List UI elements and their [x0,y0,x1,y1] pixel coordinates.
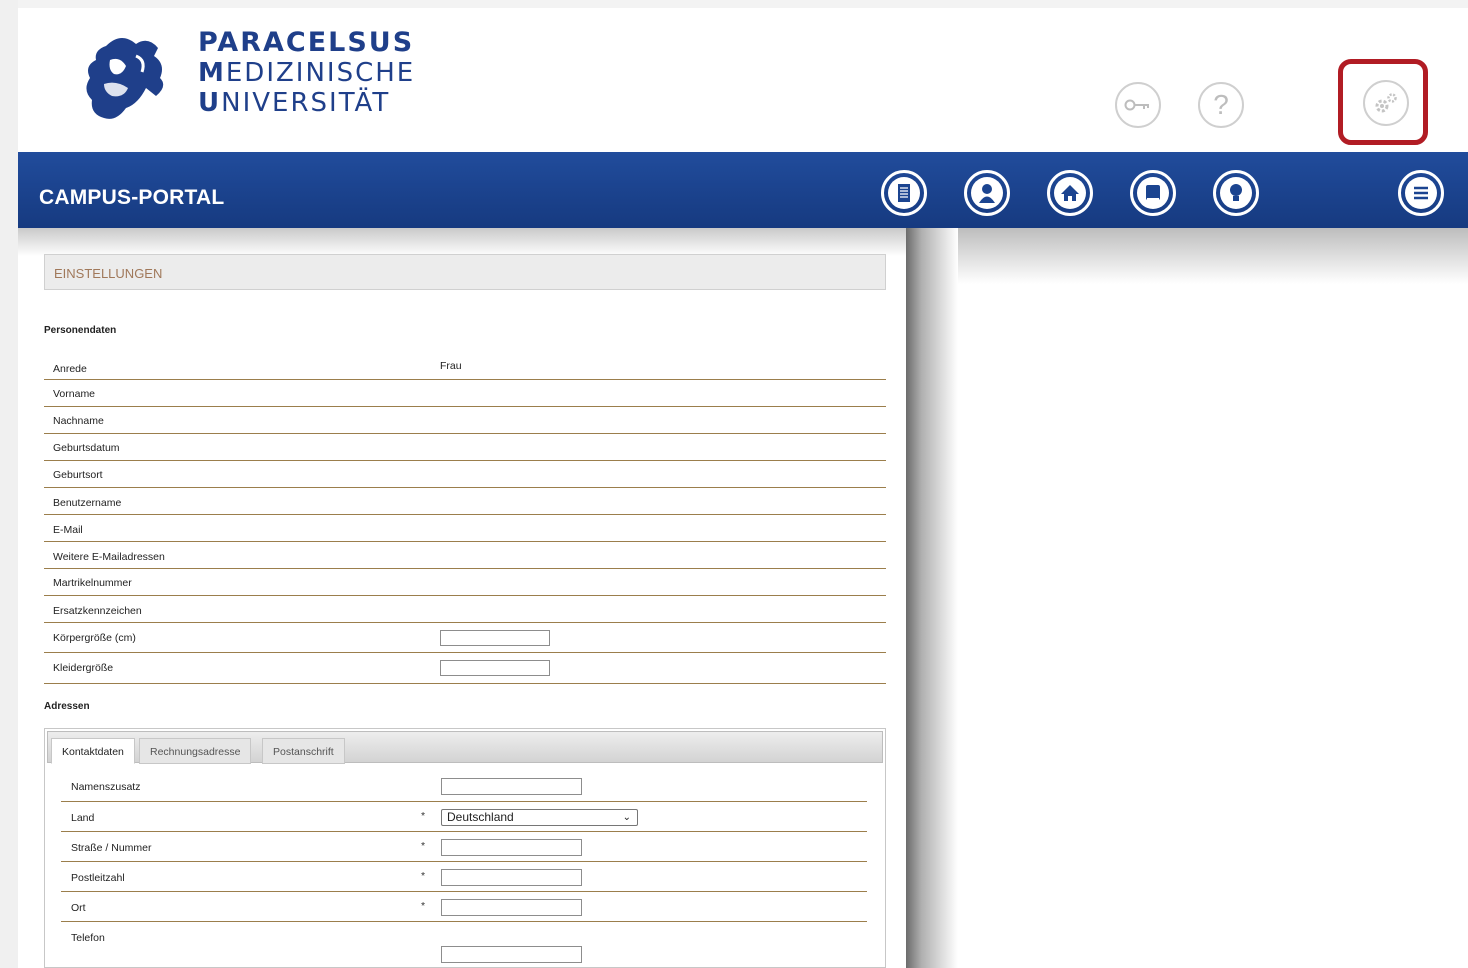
left-strip [0,0,18,968]
settings-content: EINSTELLUNGEN Personendaten Anrede Frau … [18,228,906,968]
personal-row: Ersatzkennzeichen [44,596,886,623]
tab-postanschrift[interactable]: Postanschrift [262,738,345,764]
address-row: Straße / Nummer * [61,832,867,862]
site-header: PARACELSUS MEDIZINISCHE UNIVERSITÄT ? [18,8,1468,152]
height-row: Körpergröße (cm) [44,623,886,653]
settings-gear-icon[interactable] [1363,80,1409,126]
help-icon[interactable]: ? [1198,82,1244,128]
menu-icon[interactable] [1398,170,1444,216]
personal-row: Weitere E-Mailadressen [44,542,886,569]
address-row: Postleitzahl * [61,862,867,892]
chevron-down-icon: ⌄ [622,812,631,823]
personal-row: Nachname [44,407,886,434]
personal-row: Benutzername [44,488,886,515]
section-header: EINSTELLUNGEN [44,254,886,290]
field-label: Ort [71,902,86,914]
clothing-row: Kleidergröße [44,653,886,684]
address-row: Ort * [61,892,867,922]
logo-line-2: MEDIZINISCHE [198,58,416,88]
clothing-input[interactable] [440,660,550,676]
field-label: Telefon [71,932,105,944]
height-input[interactable] [440,630,550,646]
phone-input[interactable] [441,946,582,963]
field-label: Namenszusatz [71,781,141,793]
field-label: Straße / Nummer [71,842,152,854]
address-row: Land * Deutschland ⌄ [61,802,867,832]
personal-row: Anrede Frau [44,358,886,380]
document-icon[interactable] [881,170,927,216]
address-row: Telefon [61,922,867,968]
right-shade [906,228,1468,284]
addresses-title: Adressen [44,701,90,712]
logo-line-3: UNIVERSITÄT [198,88,391,118]
postal-code-input[interactable] [441,869,582,886]
personal-data-title: Personendaten [44,325,117,336]
city-input[interactable] [441,899,582,916]
address-tab-bar: Kontaktdaten Rechnungsadresse Postanschr… [47,731,883,764]
personal-row: Vorname [44,380,886,407]
home-icon[interactable] [1047,170,1093,216]
book-icon[interactable] [1130,170,1176,216]
namenszusatz-input[interactable] [441,778,582,795]
university-logo[interactable] [76,26,176,124]
field-label: Land [71,812,95,824]
street-input[interactable] [441,839,582,856]
personal-row: E-Mail [44,515,886,542]
settings-highlight [1338,59,1428,145]
field-label: Postleitzahl [71,872,125,884]
key-icon[interactable] [1115,82,1161,128]
vertical-shade [906,228,958,968]
personal-row: Geburtsort [44,461,886,488]
navbar: CAMPUS-PORTAL [18,152,1468,228]
top-strip [0,0,1468,8]
personal-row: Geburtsdatum [44,434,886,461]
user-icon[interactable] [964,170,1010,216]
lightbulb-icon[interactable] [1213,170,1259,216]
university-name: PARACELSUS MEDIZINISCHE UNIVERSITÄT [198,27,416,119]
clothing-label: Kleidergröße [53,662,114,674]
logo-line-1: PARACELSUS [198,27,415,58]
tab-rechnungsadresse[interactable]: Rechnungsadresse [139,738,252,764]
height-label: Körpergröße (cm) [53,632,136,644]
personal-row: Martrikelnummer [44,569,886,596]
portal-title[interactable]: CAMPUS-PORTAL [39,186,224,210]
tab-kontaktdaten[interactable]: Kontaktdaten [51,738,135,764]
country-select[interactable]: Deutschland ⌄ [441,809,638,826]
address-row: Namenszusatz [61,771,867,802]
